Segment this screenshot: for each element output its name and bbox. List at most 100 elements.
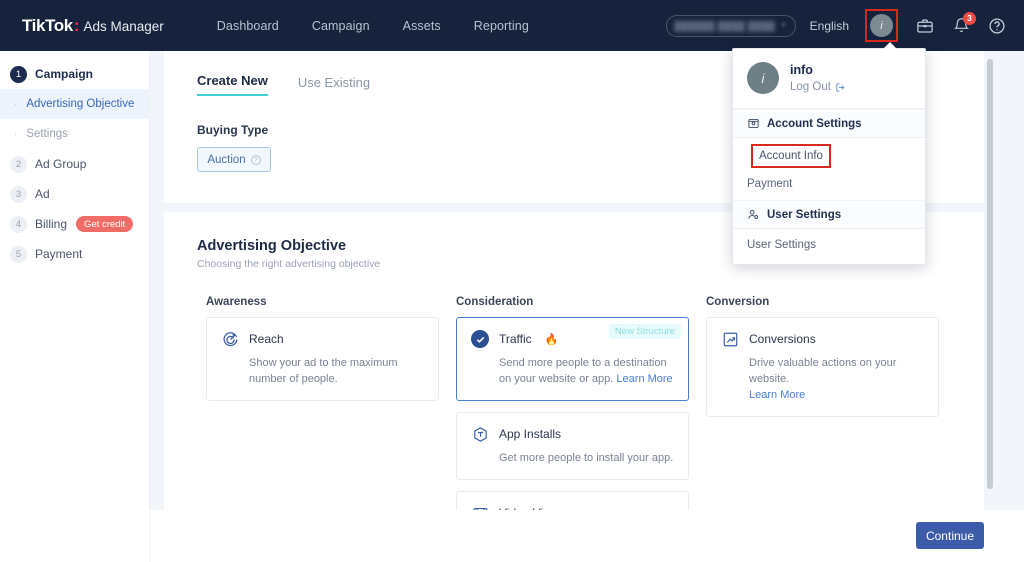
card-header: App Installs	[471, 425, 674, 443]
dropdown-group-label-user-settings: User Settings	[767, 208, 842, 221]
chevron-down-icon: ▼	[780, 22, 787, 29]
dropdown-group-user-settings: User Settings	[733, 200, 925, 229]
column-heading-conversion: Conversion	[706, 296, 770, 308]
dropdown-item-user-settings[interactable]: User Settings	[733, 232, 925, 258]
footer-surface	[150, 510, 984, 562]
question-mark-icon[interactable]: ?	[250, 154, 261, 165]
primary-nav-links: Dashboard Campaign Assets Reporting	[217, 19, 529, 33]
sidebar-step-number-2: 2	[10, 155, 27, 173]
log-out-button[interactable]: Log Out	[790, 81, 846, 93]
dash-icon: ·	[14, 128, 18, 140]
continue-button[interactable]: Continue	[916, 522, 984, 549]
nav-link-campaign[interactable]: Campaign	[312, 19, 370, 33]
nav-link-reporting[interactable]: Reporting	[474, 19, 529, 33]
nav-link-dashboard[interactable]: Dashboard	[217, 19, 279, 33]
objective-card-conversions[interactable]: Conversions Drive valuable actions on yo…	[706, 317, 939, 417]
dropdown-avatar: i	[747, 62, 779, 94]
card-description-conversions: Drive valuable actions on your website. …	[749, 355, 924, 403]
vertical-scrollbar[interactable]	[987, 59, 993, 562]
sidebar-item-payment[interactable]: 5 Payment	[0, 239, 149, 269]
user-settings-icon	[748, 210, 759, 219]
app-installs-icon	[471, 425, 489, 443]
card-header: Conversions	[721, 330, 924, 348]
dropdown-arrow	[883, 42, 897, 49]
account-dropdown-menu: i info Log Out Account Settings Account …	[732, 42, 926, 265]
objective-card-reach[interactable]: Reach Show your ad to the maximum number…	[206, 317, 439, 401]
account-settings-icon	[748, 118, 759, 129]
top-navigation-bar: TikTok: Ads Manager Dashboard Campaign A…	[0, 0, 1024, 51]
top-nav-right-cluster: ██████ ████ ████ ▼ English i 3	[665, 0, 1010, 51]
sidebar-item-campaign[interactable]: 1 Campaign	[0, 59, 149, 89]
bell-icon[interactable]: 3	[950, 11, 976, 37]
card-title-app-installs: App Installs	[499, 427, 562, 441]
column-heading-awareness: Awareness	[206, 296, 267, 308]
buying-type-auction-button[interactable]: Auction ?	[197, 147, 271, 172]
objective-card-traffic[interactable]: New Structure Traffic 🔥 Send more people…	[456, 317, 689, 401]
tab-use-existing[interactable]: Use Existing	[298, 75, 370, 96]
dropdown-item-account-info[interactable]: Account Info	[751, 144, 831, 168]
objective-card-app-installs[interactable]: App Installs Get more people to install …	[456, 412, 689, 480]
notification-badge: 3	[963, 11, 976, 25]
sidebar-item-advertising-objective[interactable]: · Advertising Objective	[0, 89, 149, 119]
card-description-traffic: Send more people to a destination on you…	[499, 355, 674, 387]
brand-logo[interactable]: TikTok: Ads Manager	[22, 16, 164, 36]
sidebar-label-settings: Settings	[26, 128, 68, 140]
dropdown-user-name: info	[790, 63, 813, 77]
sidebar-step-number-5: 5	[10, 245, 27, 263]
target-icon	[221, 330, 239, 348]
check-circle-icon	[471, 330, 489, 348]
dropdown-user-info: info Log Out	[790, 63, 846, 93]
learn-more-link-conversions[interactable]: Learn More	[749, 389, 805, 401]
card-description-app-installs: Get more people to install your app.	[499, 452, 674, 464]
sidebar-label-campaign: Campaign	[35, 67, 94, 81]
dropdown-group-account-settings: Account Settings	[733, 109, 925, 138]
brand-ads-manager-text: Ads Manager	[83, 18, 164, 34]
column-heading-consideration: Consideration	[456, 296, 534, 308]
sidebar-label-ad-group: Ad Group	[35, 157, 87, 171]
dropdown-user-block: i info Log Out	[733, 49, 925, 109]
tab-create-new[interactable]: Create New	[197, 73, 268, 96]
sidebar-label-advertising-objective: Advertising Objective	[26, 98, 135, 110]
new-structure-badge: New Structure	[608, 324, 681, 339]
sidebar-step-number-1: 1	[10, 65, 27, 83]
sidebar: 1 Campaign · Advertising Objective · Set…	[0, 51, 150, 562]
logout-icon	[836, 82, 845, 92]
get-credit-badge[interactable]: Get credit	[76, 216, 134, 232]
card-description-conversions-text: Drive valuable actions on your website.	[749, 357, 897, 385]
briefcase-icon[interactable]	[914, 15, 936, 37]
sidebar-step-number-3: 3	[10, 185, 27, 203]
help-icon[interactable]	[986, 15, 1008, 37]
dropdown-user-items: User Settings	[733, 229, 925, 264]
card-title-reach: Reach	[249, 332, 284, 346]
log-out-label: Log Out	[790, 81, 831, 93]
app-root: TikTok: Ads Manager Dashboard Campaign A…	[0, 0, 1024, 562]
sidebar-label-payment: Payment	[35, 247, 83, 261]
brand-tiktok-text: TikTok	[22, 15, 73, 35]
sidebar-item-ad-group[interactable]: 2 Ad Group	[0, 149, 149, 179]
card-title-conversions: Conversions	[749, 332, 816, 346]
sidebar-item-settings[interactable]: · Settings	[0, 119, 149, 149]
dropdown-account-items: Account Info Payment	[733, 138, 925, 200]
dash-icon: ·	[14, 98, 18, 110]
learn-more-link-traffic[interactable]: Learn More	[616, 373, 672, 385]
card-header: Reach	[221, 330, 424, 348]
sidebar-label-billing: Billing	[35, 217, 68, 231]
account-selector-value: ██████ ████ ████	[674, 20, 775, 31]
language-selector[interactable]: English	[810, 19, 849, 33]
sidebar-item-billing[interactable]: 4 Billing Get credit	[0, 209, 149, 239]
account-avatar-button[interactable]: i	[865, 9, 898, 42]
card-description-reach: Show your ad to the maximum number of pe…	[249, 357, 398, 385]
footer-bar: Continue	[150, 510, 1024, 562]
sidebar-item-ad[interactable]: 3 Ad	[0, 179, 149, 209]
buying-type-value: Auction	[207, 153, 246, 166]
dropdown-item-payment[interactable]: Payment	[733, 171, 925, 197]
nav-link-assets[interactable]: Assets	[403, 19, 441, 33]
card-title-traffic: Traffic	[499, 332, 532, 346]
account-selector[interactable]: ██████ ████ ████ ▼	[665, 14, 796, 37]
avatar: i	[870, 14, 893, 37]
scrollbar-thumb[interactable]	[987, 59, 993, 489]
dropdown-group-label-account-settings: Account Settings	[767, 117, 862, 130]
sidebar-label-ad: Ad	[35, 187, 50, 201]
sidebar-step-number-4: 4	[10, 215, 27, 233]
fire-icon: 🔥	[544, 333, 559, 346]
